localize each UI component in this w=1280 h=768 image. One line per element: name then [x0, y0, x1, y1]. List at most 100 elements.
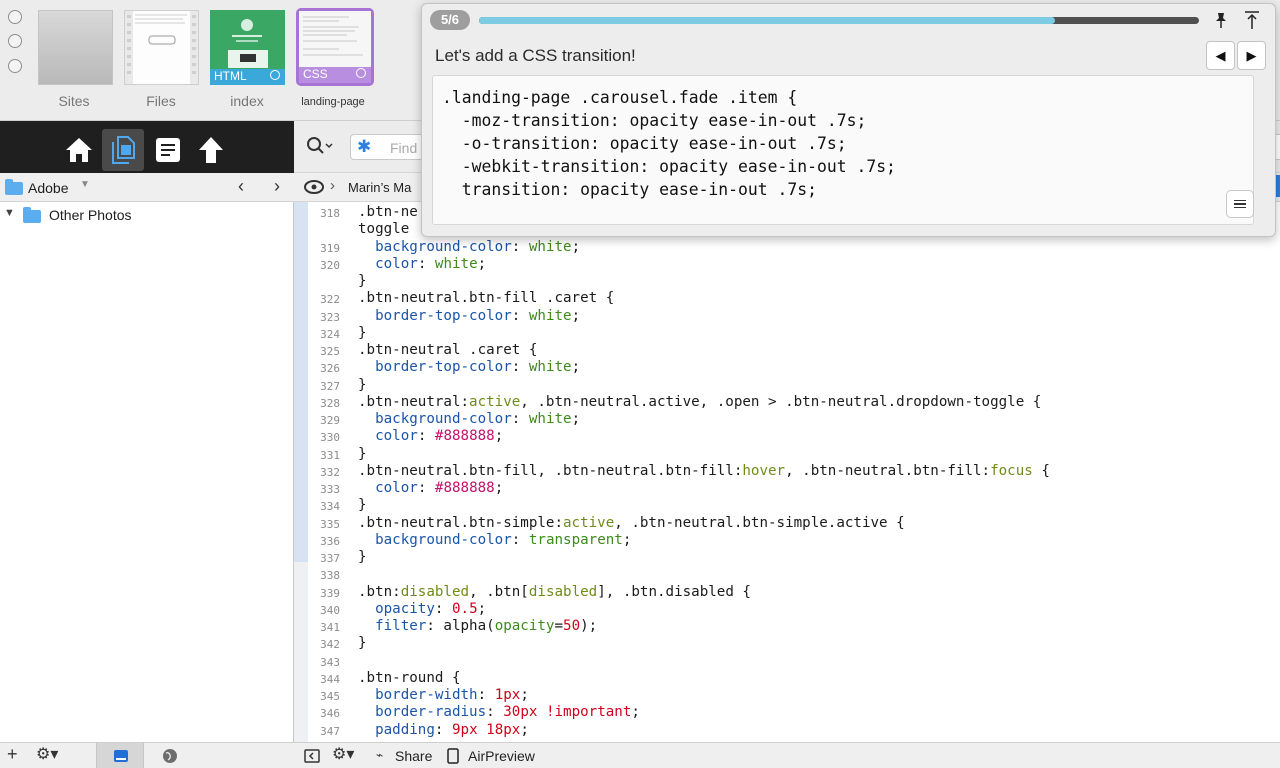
html-tag: HTML	[214, 69, 247, 83]
code-text: }	[358, 549, 367, 565]
sites-thumbnail	[38, 10, 113, 85]
tab-sites-label: Sites	[58, 93, 90, 109]
snippet-line: transition: opacity ease-in-out .7s;	[442, 180, 817, 199]
line-number: 334	[320, 500, 340, 514]
snippet-menu-button[interactable]	[1226, 190, 1254, 218]
share-icon: ⌁	[376, 748, 384, 762]
drive-icon	[114, 750, 128, 762]
tab-landing-page[interactable]: CSS	[296, 8, 374, 86]
sidebar-toggle-icon[interactable]	[304, 749, 320, 763]
location-dropdown-icon[interactable]: ▼	[80, 179, 90, 190]
code-text: border-width: 1px;	[375, 687, 529, 703]
disclosure-triangle-icon[interactable]: ▼	[4, 207, 15, 219]
tutorial-title: Let's add a CSS transition!	[435, 46, 636, 65]
regex-icon[interactable]: ✱	[357, 137, 371, 157]
line-number: 340	[320, 603, 340, 617]
unsaved-indicator-icon	[270, 70, 280, 80]
line-number: 339	[320, 586, 340, 600]
airpreview-button[interactable]: AirPreview	[468, 748, 535, 764]
files-thumbnail	[124, 10, 199, 85]
snippet-line: .landing-page .carousel.fade .item {	[442, 88, 798, 107]
line-number: 319	[320, 241, 340, 255]
line-number: 332	[320, 465, 340, 479]
share-button[interactable]: Share	[395, 748, 432, 764]
eye-icon[interactable]	[304, 180, 324, 194]
previous-step-button[interactable]: ◀	[1206, 41, 1235, 70]
breadcrumb-item[interactable]: Marin’s Ma	[348, 180, 411, 195]
add-icon[interactable]: +	[7, 744, 18, 765]
collapse-icon[interactable]	[1243, 10, 1261, 30]
code-text: .btn-neutral .caret {	[358, 342, 538, 358]
file-browser-panel: Adobe ▼ ‹ › ▼ Other Photos + ⚙▾	[0, 121, 294, 768]
line-number: 326	[320, 362, 340, 376]
forward-icon[interactable]: ›	[274, 176, 280, 197]
code-text: .btn-round {	[358, 669, 461, 686]
line-number: 331	[320, 448, 340, 462]
code-text: filter: alpha(opacity=50);	[375, 618, 598, 634]
line-number: 323	[320, 310, 340, 324]
location-label: Adobe	[28, 180, 69, 196]
snippets-button[interactable]	[147, 129, 189, 171]
line-number: 346	[320, 707, 340, 721]
files-button[interactable]	[102, 129, 144, 171]
home-button[interactable]	[58, 129, 100, 171]
snippet-line: -webkit-transition: opacity ease-in-out …	[442, 157, 896, 176]
code-text: .btn-neutral.btn-fill .caret {	[358, 290, 615, 307]
tutorial-progress-fill	[479, 17, 1055, 24]
line-number: 327	[320, 379, 340, 393]
line-number: 325	[320, 345, 340, 358]
gear-icon[interactable]: ⚙▾	[332, 744, 354, 764]
line-number: 345	[320, 690, 340, 703]
code-text: opacity: 0.5;	[375, 600, 487, 617]
pin-icon[interactable]	[1212, 11, 1230, 29]
line-number: 322	[320, 293, 340, 307]
code-text: .btn:disabled, .btn[disabled], .btn.disa…	[358, 583, 751, 600]
tab-index[interactable]: HTML	[210, 10, 285, 85]
code-text: border-top-color: white;	[375, 307, 581, 324]
find-placeholder: Find	[390, 140, 418, 156]
code-text: border-radius: 30px !important;	[375, 704, 640, 721]
snippet-line: -moz-transition: opacity ease-in-out .7s…	[442, 111, 867, 130]
code-editor[interactable]: 318 .btn-ne toggle 319 background-color: wh…	[308, 202, 1280, 742]
step-counter: 5/6	[430, 10, 470, 30]
line-number: 337	[320, 552, 340, 565]
editor-gutter	[294, 202, 308, 742]
tab-index-label: index	[230, 93, 264, 109]
local-files-tab[interactable]	[96, 743, 144, 768]
line-number: 329	[320, 414, 340, 427]
sidebar-footer: + ⚙▾	[0, 742, 294, 768]
window-minimize-button[interactable]	[8, 34, 22, 48]
globe-icon[interactable]	[162, 748, 178, 764]
line-number: 336	[320, 534, 340, 548]
tab-landing-page-label: landing-page	[301, 96, 365, 108]
gear-icon[interactable]: ⚙▾	[36, 744, 58, 764]
sidebar-nav	[0, 121, 294, 173]
code-text: }	[358, 273, 367, 289]
phone-icon	[447, 748, 459, 764]
tree-item-label: Other Photos	[49, 207, 132, 223]
tab-files-label: Files	[146, 93, 176, 109]
search-icon[interactable]	[306, 136, 334, 161]
window-zoom-button[interactable]	[8, 59, 22, 73]
breadcrumb-chevron-icon: ›	[330, 177, 335, 194]
tab-sites[interactable]	[38, 10, 113, 85]
location-bar: Adobe ▼ ‹ ›	[0, 173, 294, 202]
folder-icon	[23, 207, 41, 223]
publish-button[interactable]	[190, 129, 232, 171]
unsaved-indicator-icon	[356, 68, 366, 78]
tree-item[interactable]: ▼ Other Photos	[0, 205, 294, 225]
code-text: .btn-neutral:active, .btn-neutral.active…	[358, 393, 1042, 410]
line-number: 328	[320, 396, 340, 410]
tutorial-popover: 5/6 Let's add a CSS transition! ◀ ▶ .lan…	[421, 3, 1276, 237]
next-step-button[interactable]: ▶	[1237, 41, 1266, 70]
code-text: }	[358, 376, 367, 393]
line-number: 318	[320, 207, 340, 220]
window-close-button[interactable]	[8, 10, 22, 24]
code-text: background-color: white;	[375, 411, 581, 427]
code-text: color: white;	[375, 255, 487, 272]
files-icon	[112, 136, 135, 164]
line-number: 324	[320, 327, 340, 341]
tab-files[interactable]	[124, 10, 199, 85]
folder-icon	[5, 179, 23, 195]
back-icon[interactable]: ‹	[238, 176, 244, 197]
